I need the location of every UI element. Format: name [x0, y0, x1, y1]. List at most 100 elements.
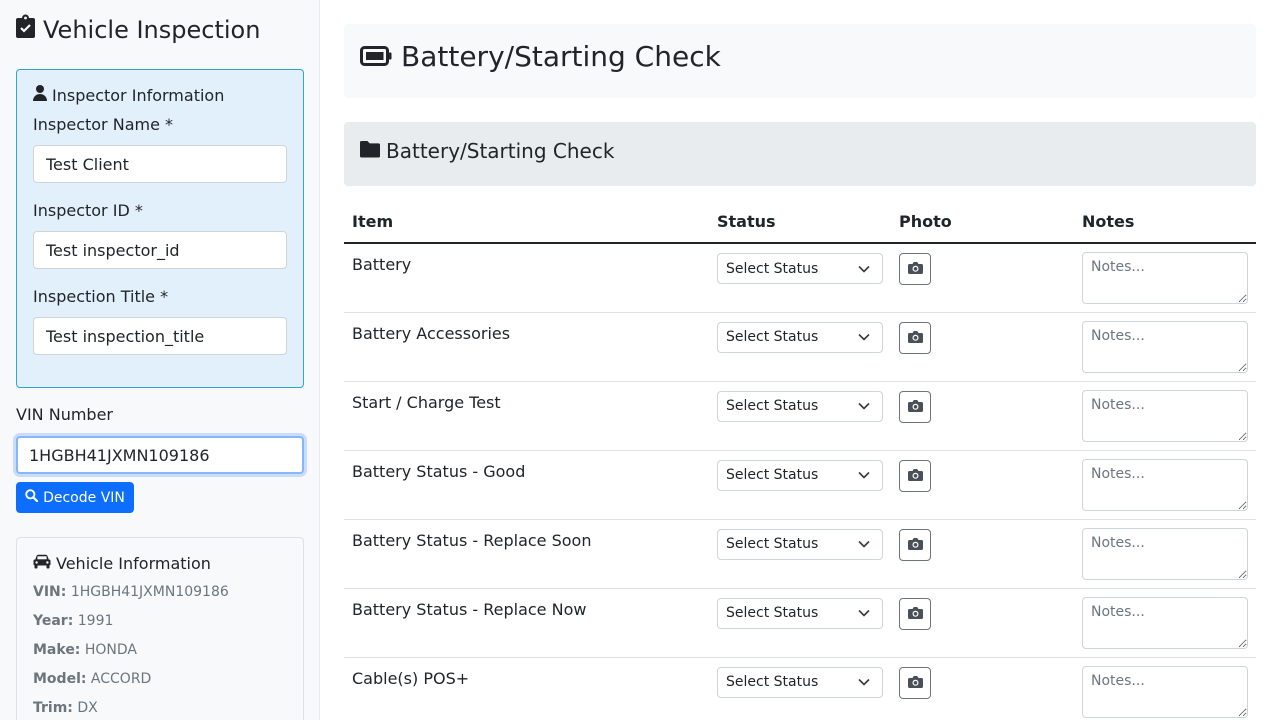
- year-value: 1991: [77, 613, 114, 629]
- chevron-down-icon: [858, 533, 870, 555]
- camera-icon: [907, 468, 923, 484]
- photo-button[interactable]: [899, 597, 931, 630]
- status-select[interactable]: Select Status: [717, 253, 883, 284]
- camera-icon: [907, 606, 923, 622]
- status-cell: Select Status: [709, 243, 891, 313]
- notes-cell: [1074, 312, 1256, 382]
- status-select[interactable]: Select Status: [717, 459, 883, 491]
- column-header-status: Status: [709, 200, 891, 244]
- page-header: Battery/Starting Check: [344, 24, 1256, 98]
- photo-cell: [891, 312, 1074, 382]
- table-row: Battery Status - Replace Soon Select Stat…: [344, 519, 1256, 589]
- chevron-down-icon: [858, 258, 870, 280]
- table-header-row: Item Status Photo Notes: [344, 200, 1256, 244]
- status-cell: Select Status: [709, 381, 891, 451]
- inspector-id-label: Inspector ID *: [33, 201, 143, 220]
- photo-cell: [891, 519, 1074, 589]
- battery-icon: [360, 39, 392, 75]
- notes-textarea[interactable]: [1082, 389, 1248, 442]
- item-name: Cable(s) POS+: [344, 657, 709, 720]
- status-select[interactable]: Select Status: [717, 390, 883, 422]
- notes-cell: [1074, 381, 1256, 451]
- status-select-value: Select Status: [726, 605, 819, 621]
- camera-icon: [907, 261, 923, 277]
- photo-button[interactable]: [899, 528, 931, 561]
- photo-cell: [891, 657, 1074, 720]
- chevron-down-icon: [858, 464, 870, 486]
- status-select[interactable]: Select Status: [717, 666, 883, 698]
- folder-icon: [360, 138, 380, 164]
- section-header[interactable]: Battery/Starting Check: [344, 122, 1256, 186]
- inspection-title-input[interactable]: [33, 317, 287, 355]
- chevron-down-icon: [858, 395, 870, 417]
- status-select-value: Select Status: [726, 674, 819, 690]
- vehicle-make-row: Make: HONDA: [33, 641, 137, 659]
- table-row: Cable(s) POS+ Select Status: [344, 657, 1256, 720]
- photo-cell: [891, 381, 1074, 451]
- notes-textarea[interactable]: [1082, 596, 1248, 649]
- camera-icon: [907, 399, 923, 415]
- vehicle-trim-row: Trim: DX: [33, 699, 98, 717]
- vehicle-vin-row: VIN: 1HGBH41JXMN109186: [33, 583, 229, 601]
- vin-key: VIN:: [33, 584, 67, 600]
- status-select-value: Select Status: [726, 536, 819, 552]
- column-header-item: Item: [344, 200, 709, 244]
- photo-cell: [891, 588, 1074, 658]
- make-key: Make:: [33, 642, 81, 658]
- status-cell: Select Status: [709, 588, 891, 658]
- make-value: HONDA: [84, 642, 138, 658]
- inspector-name-input[interactable]: [33, 145, 287, 183]
- camera-icon: [907, 675, 923, 691]
- clipboard-check-icon: [16, 14, 35, 46]
- status-cell: Select Status: [709, 519, 891, 589]
- status-select-value: Select Status: [726, 329, 819, 345]
- checklist-table-wrapper: Item Status Photo Notes Battery Select St…: [344, 200, 1256, 720]
- car-icon: [33, 553, 51, 575]
- photo-cell: [891, 243, 1074, 313]
- photo-button[interactable]: [899, 321, 931, 354]
- table-row: Battery Status - Good Select Status: [344, 450, 1256, 520]
- status-select[interactable]: Select Status: [717, 321, 883, 353]
- section-title: Battery/Starting Check: [360, 138, 614, 164]
- notes-cell: [1074, 588, 1256, 658]
- notes-textarea[interactable]: [1082, 665, 1248, 718]
- notes-textarea[interactable]: [1082, 458, 1248, 511]
- notes-textarea[interactable]: [1082, 527, 1248, 580]
- status-select-value: Select Status: [726, 398, 819, 414]
- trim-key: Trim:: [33, 700, 73, 716]
- inspector-name-label: Inspector Name *: [33, 115, 174, 134]
- notes-textarea[interactable]: [1082, 320, 1248, 373]
- item-name: Battery: [344, 243, 709, 313]
- vehicle-info-card: Vehicle Information VIN: 1HGBH41JXMN1091…: [16, 537, 304, 720]
- vin-input[interactable]: [16, 436, 304, 474]
- model-key: Model:: [33, 671, 87, 687]
- table-row: Battery Status - Replace Now Select Statu…: [344, 588, 1256, 658]
- photo-button[interactable]: [899, 253, 931, 285]
- status-cell: Select Status: [709, 450, 891, 520]
- status-select[interactable]: Select Status: [717, 528, 883, 560]
- sidebar: Vehicle Inspection Inspector Information…: [0, 0, 320, 720]
- status-cell: Select Status: [709, 312, 891, 382]
- table-row: Battery Accessories Select Status: [344, 312, 1256, 382]
- inspector-info-heading: Inspector Information: [33, 85, 224, 107]
- photo-button[interactable]: [899, 390, 931, 423]
- notes-textarea[interactable]: [1082, 252, 1248, 304]
- inspector-id-input[interactable]: [33, 231, 287, 269]
- table-row: Start / Charge Test Select Status: [344, 381, 1256, 451]
- inspection-title-label: Inspection Title *: [33, 287, 169, 306]
- table-row: Battery Select Status: [344, 243, 1256, 313]
- vin-value: 1HGBH41JXMN109186: [70, 584, 229, 600]
- camera-icon: [907, 330, 923, 346]
- user-icon: [33, 85, 47, 107]
- notes-cell: [1074, 519, 1256, 589]
- decode-vin-button[interactable]: Decode VIN: [16, 482, 134, 513]
- app-title: Vehicle Inspection: [16, 14, 260, 46]
- photo-button[interactable]: [899, 666, 931, 699]
- photo-button[interactable]: [899, 459, 931, 492]
- column-header-photo: Photo: [891, 200, 1074, 244]
- year-key: Year:: [33, 613, 74, 629]
- vehicle-year-row: Year: 1991: [33, 612, 113, 630]
- status-select[interactable]: Select Status: [717, 597, 883, 629]
- app-title-text: Vehicle Inspection: [43, 16, 261, 44]
- page-title-text: Battery/Starting Check: [401, 40, 721, 73]
